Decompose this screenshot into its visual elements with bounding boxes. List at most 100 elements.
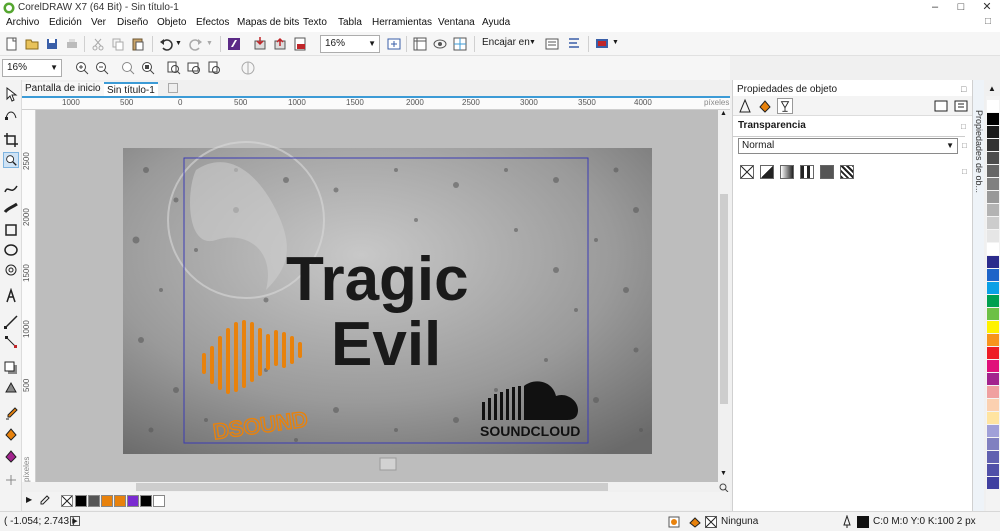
add-tool-icon[interactable] <box>3 472 19 488</box>
menu-tabla[interactable]: Tabla <box>338 17 362 28</box>
open-folder-icon[interactable] <box>24 36 40 52</box>
redo-dropdown-icon[interactable]: ▼ <box>206 40 213 47</box>
zoom-to-selected-icon[interactable] <box>120 60 136 76</box>
palette-color-swatch[interactable] <box>987 425 999 437</box>
pick-tool-icon[interactable] <box>3 86 19 102</box>
palette-color-swatch[interactable] <box>987 178 999 190</box>
fountain-transparency-icon[interactable] <box>780 165 794 179</box>
document-color-swatch[interactable] <box>88 495 100 507</box>
bitmap-pattern-transparency-icon[interactable] <box>820 165 834 179</box>
crop-tool-icon[interactable] <box>3 132 19 148</box>
color-eyedropper-icon[interactable] <box>3 406 19 422</box>
docker-vertical-tab[interactable]: Propiedades de ob... <box>974 110 984 193</box>
vertical-scrollbar[interactable]: ▲ ▼ <box>718 110 730 482</box>
palette-color-swatch[interactable] <box>987 191 999 203</box>
print-icon[interactable] <box>64 36 80 52</box>
maximize-button[interactable]: □ <box>948 0 974 16</box>
minimize-button[interactable]: – <box>922 0 948 16</box>
no-fill-swatch[interactable] <box>705 516 717 528</box>
new-document-icon[interactable] <box>4 36 20 52</box>
palette-color-swatch[interactable] <box>987 256 999 268</box>
application-launcher-icon[interactable] <box>594 36 610 52</box>
search-content-icon[interactable] <box>226 36 242 52</box>
restore-icon[interactable]: □ <box>985 16 991 27</box>
palette-play-icon[interactable]: ▶ <box>26 495 32 504</box>
palette-color-swatch[interactable] <box>987 347 999 359</box>
palette-color-swatch[interactable] <box>987 464 999 476</box>
palette-color-swatch[interactable] <box>987 217 999 229</box>
fill-tab-icon[interactable] <box>757 98 773 114</box>
menu-archivo[interactable]: Archivo <box>6 17 39 28</box>
outline-tab-icon[interactable] <box>737 98 753 114</box>
palette-color-swatch[interactable] <box>987 165 999 177</box>
full-screen-preview-icon[interactable] <box>386 36 402 52</box>
close-button[interactable]: ✕ <box>974 0 1000 16</box>
text-tool-icon[interactable] <box>3 288 19 304</box>
zoom-in-icon[interactable] <box>74 60 90 76</box>
tab-document[interactable]: Sin título-1 <box>104 82 158 96</box>
menu-ver[interactable]: Ver <box>91 17 106 28</box>
palette-color-swatch[interactable] <box>987 477 999 489</box>
zoom-to-page-height-icon[interactable] <box>206 60 222 76</box>
merge-mode-lock-icon[interactable]: □ <box>962 141 967 150</box>
section-collapse-icon[interactable]: □ <box>961 122 966 131</box>
drop-shadow-icon[interactable] <box>3 360 19 376</box>
horizontal-scrollbar[interactable] <box>36 482 718 492</box>
menu-texto[interactable]: Texto <box>303 17 327 28</box>
menu-herramientas[interactable]: Herramientas <box>372 17 432 28</box>
artistic-media-icon[interactable] <box>3 200 19 216</box>
palette-color-swatch[interactable] <box>987 295 999 307</box>
zoom-corner-icon[interactable] <box>718 482 730 492</box>
title-line-1[interactable]: Tragic <box>286 245 469 314</box>
undo-icon[interactable] <box>158 36 174 52</box>
zoom-tool-icon[interactable] <box>3 152 19 168</box>
show-rulers-icon[interactable] <box>412 36 428 52</box>
zoom-to-all-objects-icon[interactable] <box>140 60 156 76</box>
two-color-pattern-transparency-icon[interactable] <box>840 165 854 179</box>
palette-color-swatch[interactable] <box>987 100 999 112</box>
rectangle-tool-icon[interactable] <box>3 222 19 238</box>
frame-view-icon[interactable] <box>933 98 949 114</box>
paste-icon[interactable] <box>130 36 146 52</box>
palette-color-swatch[interactable] <box>987 152 999 164</box>
no-color-swatch[interactable] <box>61 495 73 507</box>
menu-edicion[interactable]: Edición <box>49 17 82 28</box>
horizontal-ruler[interactable]: 1000 500 0 500 1000 1500 2000 2500 3000 … <box>22 96 730 110</box>
transparency-tool-icon[interactable] <box>3 380 19 396</box>
launcher-dropdown-icon[interactable]: ▼ <box>612 39 619 46</box>
mouse-wheel-zoom-icon[interactable] <box>240 60 256 76</box>
palette-color-swatch[interactable] <box>987 451 999 463</box>
uniform-transparency-icon[interactable] <box>760 165 774 179</box>
tab-home[interactable]: Pantalla de inicio <box>22 82 104 96</box>
shape-tool-icon[interactable] <box>3 106 19 122</box>
palette-color-swatch[interactable] <box>987 204 999 216</box>
play-macro-icon[interactable]: ▶ <box>70 516 80 526</box>
palette-color-swatch[interactable] <box>987 360 999 372</box>
document-color-swatch[interactable] <box>140 495 152 507</box>
horizontal-scroll-thumb[interactable] <box>136 483 608 491</box>
palette-color-swatch[interactable] <box>987 386 999 398</box>
artwork[interactable]: Tragic Evil DSOUND SOUNDCLOUD <box>36 110 718 482</box>
no-transparency-icon[interactable] <box>740 165 754 179</box>
scroll-view-icon[interactable] <box>953 98 969 114</box>
polygon-tool-icon[interactable] <box>3 262 19 278</box>
export-icon[interactable] <box>272 36 288 52</box>
palette-color-swatch[interactable] <box>987 243 999 255</box>
menu-diseno[interactable]: Diseño <box>117 17 148 28</box>
freehand-tool-icon[interactable] <box>3 180 19 196</box>
palette-color-swatch[interactable] <box>987 230 999 242</box>
snap-dropdown-icon[interactable]: ▼ <box>529 39 536 46</box>
palette-color-swatch[interactable] <box>987 113 999 125</box>
palette-scroll-up-icon[interactable]: ▲ <box>988 84 996 93</box>
palette-color-swatch[interactable] <box>987 139 999 151</box>
docker-close-icon[interactable]: □ <box>961 84 966 94</box>
vertical-ruler[interactable]: 2500 2000 1500 1000 500 píxeles <box>22 110 36 482</box>
title-line-2[interactable]: Evil <box>331 310 441 379</box>
document-color-swatch[interactable] <box>127 495 139 507</box>
palette-color-swatch[interactable] <box>987 308 999 320</box>
propbar-zoom-combo[interactable]: 16% ▼ <box>2 59 62 77</box>
snap-to-button[interactable]: Encajar en <box>482 37 530 48</box>
zoom-to-page-width-icon[interactable] <box>186 60 202 76</box>
menu-mapas-de-bits[interactable]: Mapas de bits <box>237 17 299 28</box>
publish-pdf-icon[interactable] <box>292 36 308 52</box>
